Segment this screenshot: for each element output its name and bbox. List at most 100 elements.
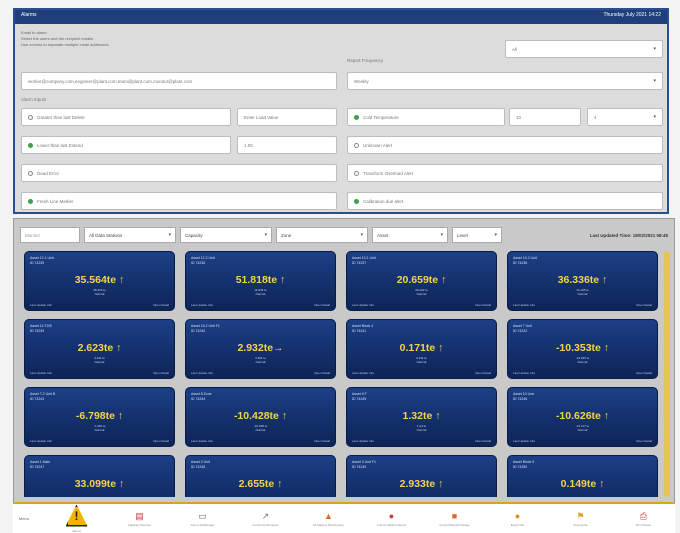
- tile-name: Asset 15.2 Unit F1 ID 74240: [191, 324, 220, 333]
- alarm-inputs-label: Alarm Inputs: [21, 97, 47, 102]
- alarm-row-right-3[interactable]: Transform Overload Alert: [347, 164, 663, 182]
- tile-name: Asset 13.1 Unit ID 74237: [352, 256, 376, 265]
- tile-stats: 11.843 te Normal: [186, 288, 335, 296]
- appbar-item-print[interactable]: ⎙ Print Screen: [612, 511, 675, 527]
- tab-monitor[interactable]: Monitor: [20, 227, 80, 243]
- tile-detail-link[interactable]: Open Detail: [475, 439, 491, 443]
- appbar-item-capacity[interactable]: ▤ Capacity Overview: [108, 511, 171, 527]
- vertical-scrollbar[interactable]: [664, 251, 670, 497]
- tile-footer-info: Last Update Info: [30, 371, 53, 375]
- appbar-item-export[interactable]: ● Export File: [486, 511, 549, 527]
- appbar-item-stations-performance[interactable]: ▲ All Stations Performance: [297, 511, 360, 527]
- tile-footer: Last Update Info Open Detail: [513, 371, 652, 375]
- appbar-item-current-performance[interactable]: ↗ Current Performance: [234, 511, 297, 527]
- select-value: Zone: [281, 232, 292, 238]
- alarm-row-label: Transform Overload Alert: [363, 170, 414, 176]
- grid-icon: ▤: [135, 510, 144, 521]
- tile-value: -6.798te ↑: [75, 410, 124, 422]
- tile-stats: -10.117 te Normal: [508, 424, 657, 432]
- station-filter-select[interactable]: All Data Stations ▾: [84, 227, 176, 243]
- tile-status: Normal: [577, 292, 588, 296]
- tile-id: ID 74245: [352, 396, 367, 401]
- asset-tile[interactable]: Asset 2 UnitID 742482.655te ↑Last Update…: [185, 455, 336, 497]
- tile-detail-link[interactable]: Open Detail: [636, 371, 652, 375]
- tile-detail-link[interactable]: Open Detail: [314, 439, 330, 443]
- tile-title: Asset Block 5: [513, 460, 535, 464]
- tile-detail-link[interactable]: Open Detail: [153, 439, 169, 443]
- alarm-row-label: Calibration due alert: [363, 198, 404, 204]
- asset-tile[interactable]: Asset 3 Unit F1ID 742492.933te ↑Last Upd…: [346, 455, 497, 497]
- tile-id: ID 74244: [191, 396, 206, 401]
- alarm-row-left-3[interactable]: Dead Error: [21, 164, 337, 182]
- tile-detail-link[interactable]: Open Detail: [314, 371, 330, 375]
- asset-tile[interactable]: Asset Block 4 ID 74241 0.171te ↑ 0.211 te No…: [346, 319, 497, 379]
- zone-filter-select[interactable]: Zone ▾: [276, 227, 368, 243]
- asset-tile[interactable]: Asset 14 F2/E ID 74239 2.623te ↑ 3.311 te No…: [24, 319, 175, 379]
- tile-status: Normal: [577, 360, 588, 364]
- asset-tile[interactable]: Asset 7 Unit ID 74242 -10.353te ↑ -13.293 t…: [507, 319, 658, 379]
- tile-stats: -7.432 te Normal: [25, 424, 174, 432]
- temperature-unit-select[interactable]: 4 ▾: [587, 108, 663, 126]
- tile-id: ID 74250: [513, 464, 528, 469]
- appbar-item-documents[interactable]: ⚑ Documents: [549, 511, 612, 527]
- tile-detail-link[interactable]: Open Detail: [475, 371, 491, 375]
- enabled-dot-icon: [354, 198, 359, 204]
- asset-filter-select[interactable]: Asset ▾: [372, 227, 448, 243]
- appbar-item-planned-outage[interactable]: ■ Current Planned Outage: [423, 511, 486, 527]
- appbar-item-label: Capacity Overview: [127, 522, 152, 527]
- alarm-row-left-4[interactable]: Fresh Line Marker: [21, 192, 337, 210]
- recipients-email-field[interactable]: worker@company.com,engineer@plant.com,te…: [21, 72, 337, 90]
- last-updated-time: Last Updated Time: 18/02/2021 08:45: [589, 232, 668, 238]
- tile-detail-link[interactable]: Open Detail: [314, 303, 330, 307]
- tile-detail-link[interactable]: Open Detail: [153, 371, 169, 375]
- monitor-toolbar: Monitor All Data Stations ▾ Capacity ▾ Zon…: [20, 225, 668, 245]
- tile-detail-link[interactable]: Open Detail: [153, 303, 169, 307]
- warning-icon: !: [65, 504, 88, 527]
- tile-name: Asset 7 Unit ID 74242: [513, 324, 532, 333]
- app-frame: Alarms Thursday July 2021 14:22 Email to…: [5, 0, 675, 533]
- asset-tile[interactable]: Asset 12.1 Unit ID 74235 35.564te ↑ 28.413 …: [24, 251, 175, 311]
- alarm-row-left-2[interactable]: Lower than last Extend: [21, 136, 231, 154]
- tile-status: Normal: [416, 292, 427, 296]
- tile-value: 33.099te ↑: [74, 478, 125, 490]
- asset-tile[interactable]: Asset 9 F ID 74245 1.32te ↑ 1.44 te Normal La…: [346, 387, 497, 447]
- asset-tile[interactable]: Asset 12.2 Unit ID 74236 51.818te ↑ 11.843 …: [185, 251, 336, 311]
- level-filter-select[interactable]: Level ▾: [452, 227, 502, 243]
- appbar-item-stations-report[interactable]: ● Current Stations Report: [360, 511, 423, 527]
- enabled-dot-icon: [28, 198, 33, 204]
- tile-status: Normal: [255, 360, 266, 364]
- config-header-bar: Alarms Thursday July 2021 14:22: [15, 10, 667, 24]
- alarm-row-right-2[interactable]: Unknown Alert: [347, 136, 663, 154]
- asset-tile[interactable]: Asset 15.2 Unit F1 ID 74240 2.932te→ 3.331 …: [185, 319, 336, 379]
- trend-icon: ↗: [261, 510, 270, 521]
- tile-detail-link[interactable]: Open Detail: [475, 303, 491, 307]
- asset-tile[interactable]: Asset 1 MainID 7424733.099te ↑Last Updat…: [24, 455, 175, 497]
- tile-footer-info: Last Update Info: [30, 439, 53, 443]
- tile-title: Asset 13.1 Unit: [352, 256, 376, 260]
- tile-stats: 0.211 te Normal: [347, 356, 496, 364]
- asset-tile[interactable]: Asset 8 Zone ID 74244 -10.428te ↑ -10.328 t…: [185, 387, 336, 447]
- asset-tile[interactable]: Asset 7.2 Unit B ID 74243 -6.798te ↑ -7.432…: [24, 387, 175, 447]
- alarm-row-label: Cold Temperature: [363, 114, 399, 120]
- tile-detail-link[interactable]: Open Detail: [636, 303, 652, 307]
- alarm-row-right-4[interactable]: Calibration due alert: [347, 192, 663, 210]
- capacity-filter-select[interactable]: Capacity ▾: [180, 227, 272, 243]
- asset-tile[interactable]: Asset 13.2 Unit ID 74238 36.336te ↑ 14.165 …: [507, 251, 658, 311]
- tile-footer: Last Update Info Open Detail: [352, 303, 491, 307]
- appbar-item-asset-list[interactable]: ▭ Asset List Manager: [171, 511, 234, 527]
- tile-name: Asset 10 Line ID 74246: [513, 392, 534, 401]
- asset-tile[interactable]: Asset 10 Line ID 74246 -10.626te ↑ -10.117 …: [507, 387, 658, 447]
- appbar-item-label: Export File: [510, 522, 525, 527]
- report-frequency-select[interactable]: Weekly ▾: [347, 72, 663, 90]
- asset-tile[interactable]: Asset 13.1 Unit ID 74237 20.659te ↑ 09.422 …: [346, 251, 497, 311]
- alarm-row-right-1[interactable]: Cold Temperature: [347, 108, 505, 126]
- tile-status: Normal: [94, 428, 105, 432]
- asset-tile[interactable]: Asset Block 5ID 742500.149te ↑Last Updat…: [507, 455, 658, 497]
- load-value-field[interactable]: Enter Load Value: [237, 108, 337, 126]
- alarm-row-left-1[interactable]: Greater than last Delete: [21, 108, 231, 126]
- temperature-value-field[interactable]: 10: [509, 108, 581, 126]
- top-right-select[interactable]: All ▾: [505, 40, 663, 58]
- tile-detail-link[interactable]: Open Detail: [636, 439, 652, 443]
- threshold-field[interactable]: 1.00: [237, 136, 337, 154]
- appbar-item-alarms[interactable]: ! Alarms: [45, 504, 108, 533]
